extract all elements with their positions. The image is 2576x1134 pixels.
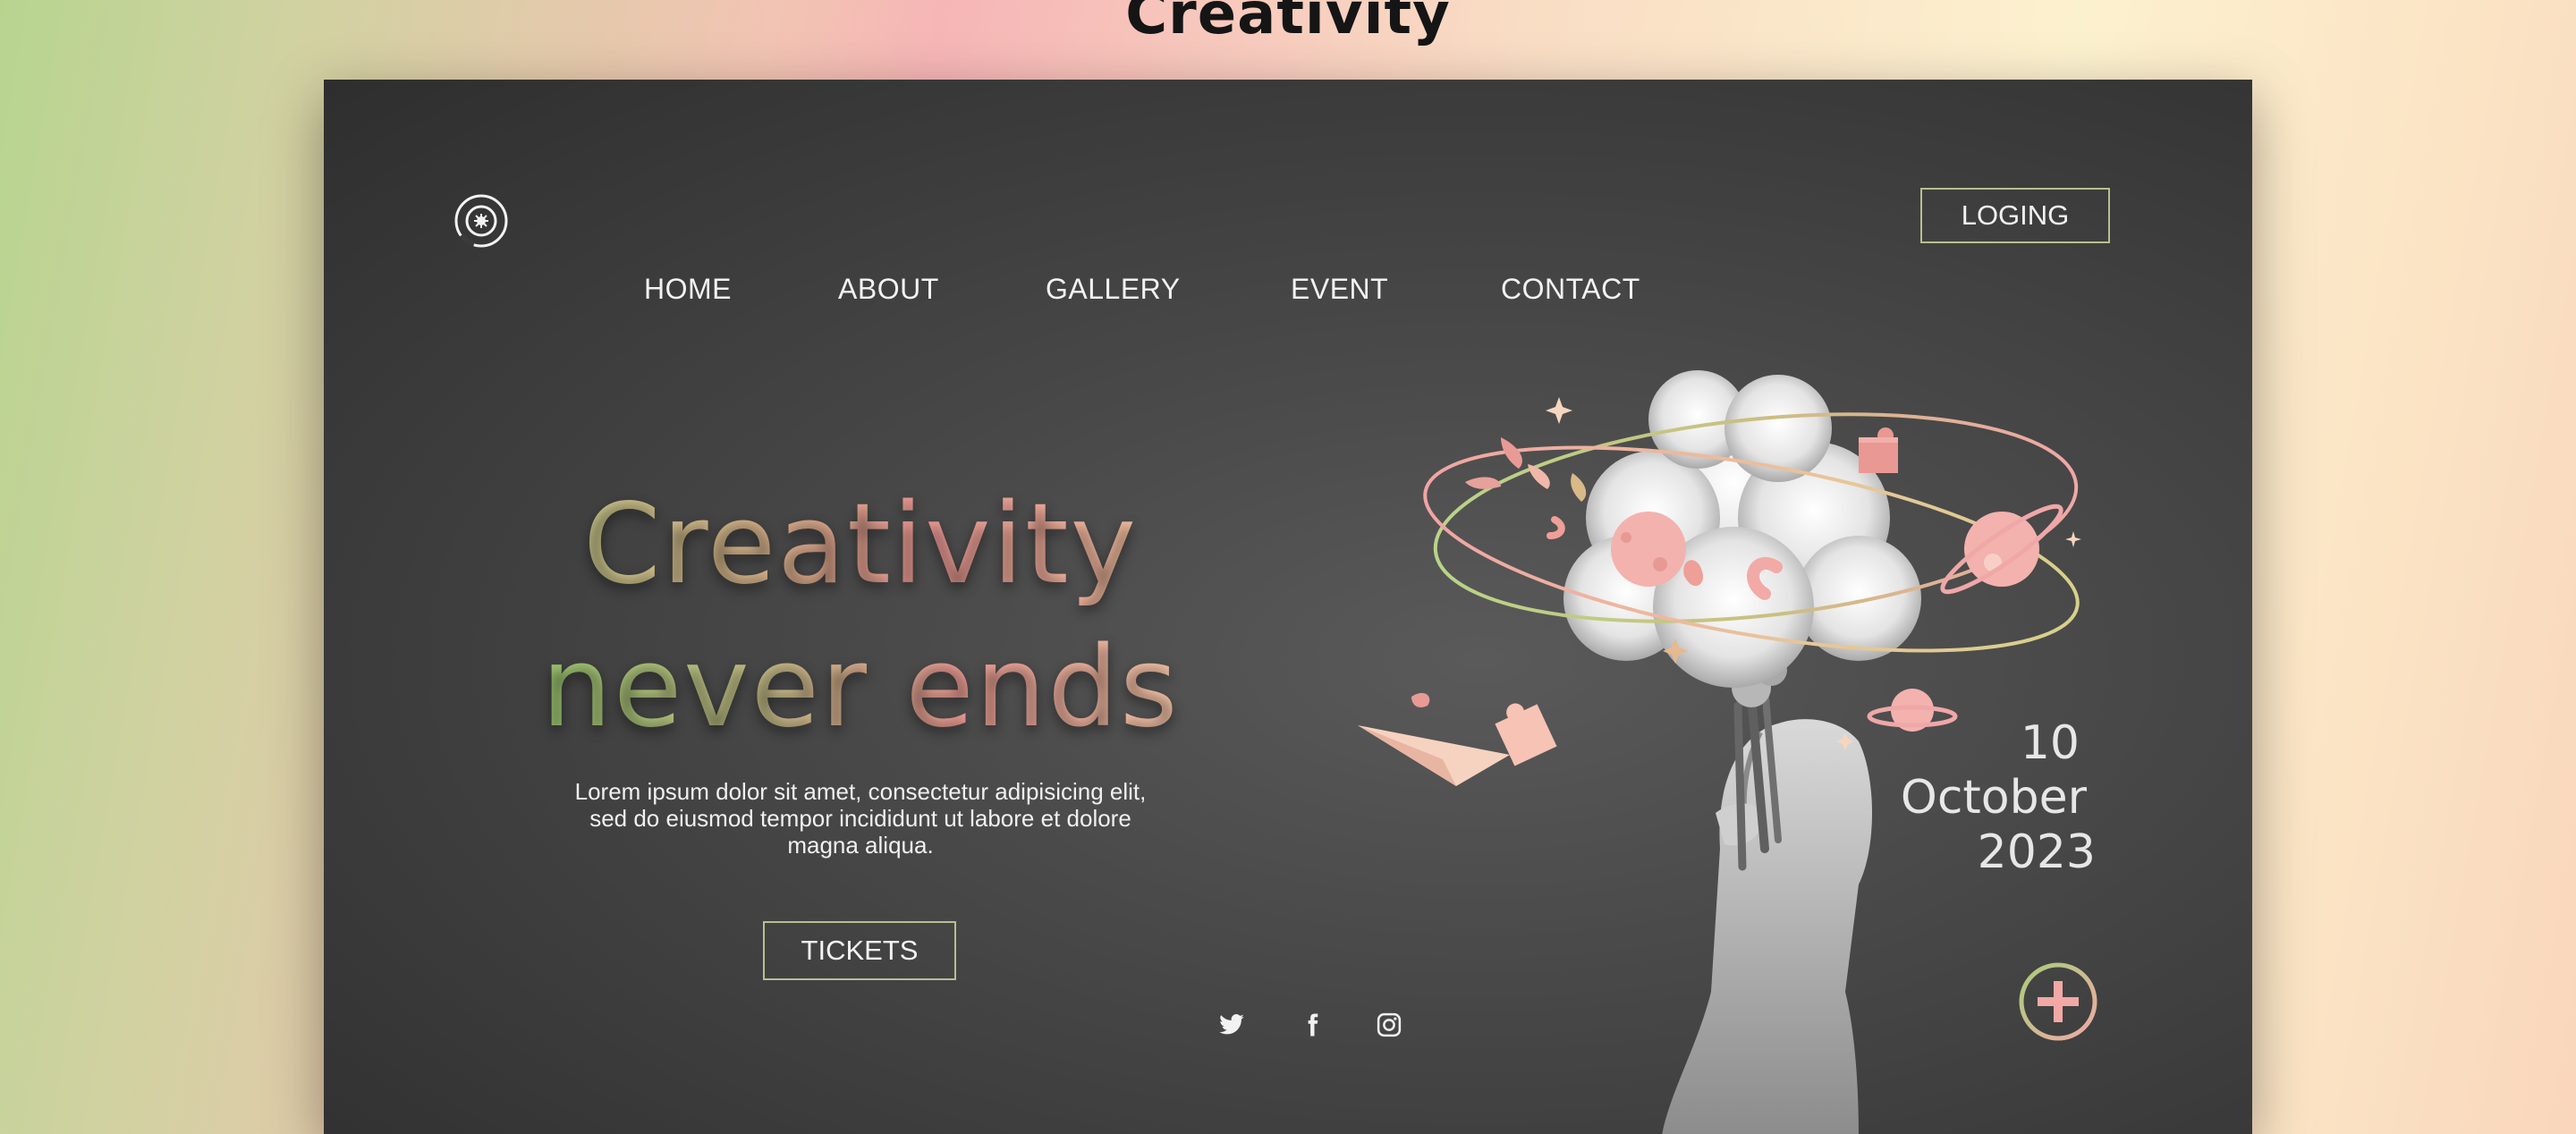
hero-description: Lorem ipsum dolor sit amet, consectetur … [574,778,1147,859]
hero-headline-line1: Creativity [538,473,1182,616]
logo-icon[interactable] [453,192,510,250]
login-button[interactable]: LOGING [1920,188,2110,243]
nav-about[interactable]: ABOUT [838,273,939,306]
facebook-icon[interactable] [1299,1011,1326,1038]
hero-headline-line2: never ends [538,616,1182,759]
plus-button[interactable] [2018,961,2098,1042]
nav-contact[interactable]: CONTACT [1501,273,1640,306]
nav-event[interactable]: EVENT [1291,273,1388,306]
landing-card: HOME ABOUT GALLERY EVENT CONTACT LOGING … [324,80,2252,1134]
event-date: 10 October 2023 [1901,716,2096,880]
twitter-icon[interactable] [1218,1011,1245,1038]
nav-home[interactable]: HOME [644,273,732,306]
event-day: 10 [2020,716,2080,770]
page-title: Creativity [1125,0,1451,47]
hero-headline: Creativity never ends [538,473,1182,759]
tickets-button[interactable]: TICKETS [763,921,956,980]
event-month: October [1900,771,2087,825]
woman-figure [1662,654,1872,1134]
event-year: 2023 [1977,825,2096,879]
puzzle-piece [1859,427,1898,473]
nav-gallery[interactable]: GALLERY [1046,273,1181,306]
